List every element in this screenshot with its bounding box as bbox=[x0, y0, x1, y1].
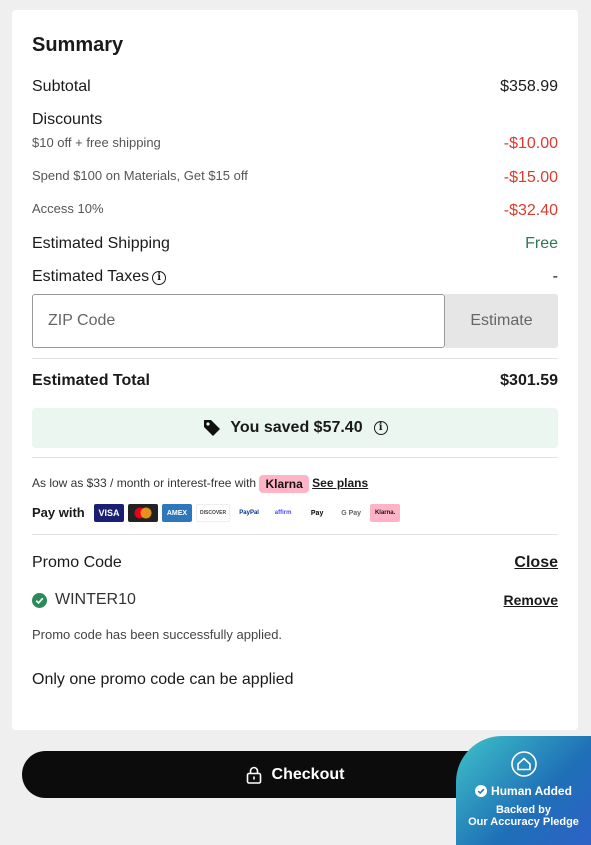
check-circle-icon bbox=[32, 592, 47, 608]
savings-text: You saved $57.40 bbox=[230, 419, 363, 436]
info-icon[interactable]: i bbox=[373, 421, 388, 435]
applied-promo: WINTER10 bbox=[32, 591, 136, 609]
checkout-label: Checkout bbox=[271, 765, 345, 783]
discount-label: Spend $100 on Materials, Get $15 off bbox=[32, 168, 248, 183]
discounts-label: Discounts bbox=[32, 111, 103, 128]
divider bbox=[32, 534, 558, 535]
taxes-value: - bbox=[552, 268, 558, 285]
promo-close-link[interactable]: Close bbox=[514, 554, 558, 572]
badge-title-row: Human Added bbox=[456, 784, 591, 798]
financing-text: As low as $33 / month or interest-free w… bbox=[32, 476, 257, 491]
tag-icon bbox=[204, 420, 221, 436]
promo-code-value: WINTER10 bbox=[55, 591, 136, 608]
shipping-value: Free bbox=[525, 235, 558, 252]
google-pay-icon: G Pay bbox=[336, 504, 367, 522]
promo-title: Promo Code bbox=[32, 554, 122, 571]
discount-value: -$32.40 bbox=[503, 202, 558, 219]
financing-line: As low as $33 / month or interest-free w… bbox=[32, 475, 368, 493]
pay-with-label: Pay with bbox=[32, 505, 85, 520]
taxes-row: Estimated Taxes i bbox=[32, 268, 167, 286]
zip-code-input[interactable] bbox=[32, 294, 445, 348]
total-value: $301.59 bbox=[500, 372, 558, 389]
subtotal-label: Subtotal bbox=[32, 78, 91, 95]
summary-card: Summary Subtotal $358.99 Discounts $10 o… bbox=[12, 10, 578, 730]
discount-value: -$15.00 bbox=[503, 169, 558, 186]
promo-success-message: Promo code has been successfully applied… bbox=[32, 627, 283, 642]
promo-note: Only one promo code can be applied bbox=[32, 671, 294, 688]
visa-icon: VISA bbox=[94, 504, 124, 522]
subtotal-value: $358.99 bbox=[500, 78, 558, 95]
promo-remove-link[interactable]: Remove bbox=[504, 592, 558, 608]
discount-label: $10 off + free shipping bbox=[32, 135, 161, 150]
savings-banner: You saved $57.40 i bbox=[32, 408, 558, 448]
see-plans-link[interactable]: See plans bbox=[312, 476, 368, 490]
discount-value: -$10.00 bbox=[503, 135, 558, 152]
amex-icon: AMEX bbox=[162, 504, 192, 522]
check-badge-icon bbox=[475, 785, 488, 797]
divider bbox=[32, 358, 558, 359]
badge-line-1: Backed by bbox=[495, 804, 552, 816]
discount-label: Access 10% bbox=[32, 201, 104, 216]
badge-line-2: Our Accuracy Pledge bbox=[468, 816, 579, 828]
affirm-icon: affirm bbox=[268, 504, 299, 522]
klarna-logo: Klarna bbox=[259, 475, 309, 493]
klarna-icon: Klarna. bbox=[370, 504, 401, 522]
apple-pay-icon: Pay bbox=[302, 504, 333, 522]
divider bbox=[32, 457, 558, 458]
taxes-label: Estimated Taxes bbox=[32, 268, 150, 285]
paypal-icon: PayPal bbox=[234, 504, 265, 522]
badge-title: Human Added bbox=[491, 784, 572, 798]
house-icon bbox=[511, 751, 537, 777]
info-icon[interactable]: i bbox=[152, 271, 167, 285]
shipping-label: Estimated Shipping bbox=[32, 235, 170, 252]
mastercard-icon bbox=[128, 504, 158, 522]
summary-title: Summary bbox=[32, 34, 124, 56]
total-label: Estimated Total bbox=[32, 372, 150, 389]
accuracy-pledge-badge[interactable]: Human Added Backed by Our Accuracy Pledg… bbox=[456, 736, 591, 845]
payment-methods: VISA AMEX DISCOVER PayPal affirm Pay G P… bbox=[94, 504, 401, 522]
lock-icon bbox=[246, 766, 261, 784]
estimate-button[interactable]: Estimate bbox=[445, 294, 558, 348]
discover-icon: DISCOVER bbox=[196, 504, 231, 522]
